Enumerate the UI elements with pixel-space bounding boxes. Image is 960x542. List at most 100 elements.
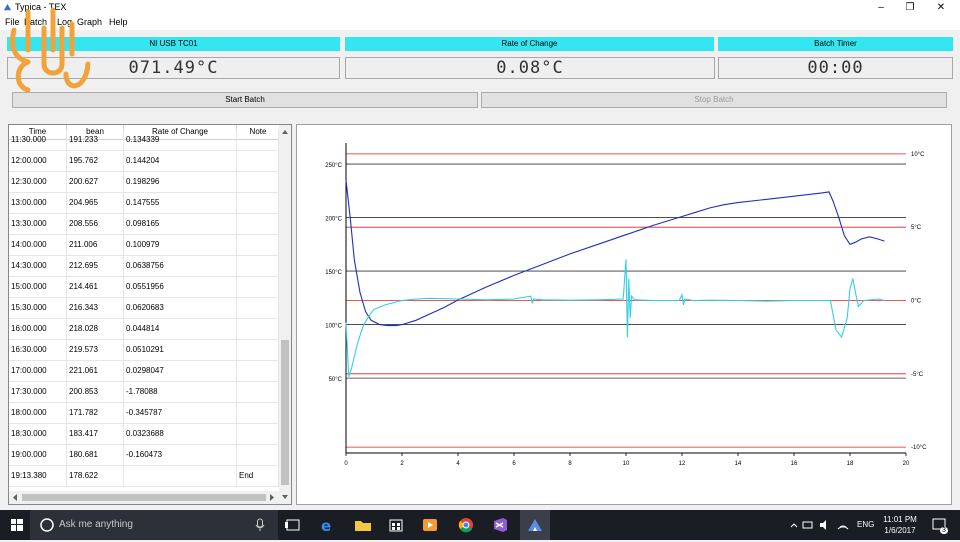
cell-bean[interactable]: 214.461 [67, 277, 124, 297]
cell-bean[interactable]: 212.695 [67, 256, 124, 276]
table-row[interactable]: 12:00.000 195.762 0.144204 [9, 151, 279, 172]
notification-center-icon[interactable] [930, 510, 950, 540]
minimize-button[interactable]: – [866, 0, 896, 16]
taskbar-clock[interactable]: 11:01 PM 1/6/2017 [880, 514, 920, 536]
cell-rate[interactable]: 0.0638756 [124, 256, 237, 276]
table-row[interactable]: 19:13.380 178.622 End [9, 466, 279, 487]
cell-bean[interactable]: 221.061 [67, 361, 124, 381]
table-row[interactable]: 17:00.000 221.061 0.0298047 [9, 361, 279, 382]
cell-rate[interactable]: 0.0298047 [124, 361, 237, 381]
cell-time[interactable]: 19:13.380 [9, 466, 67, 486]
cell-time[interactable]: 18:00.000 [9, 403, 67, 423]
cell-note[interactable] [237, 151, 279, 171]
cell-time[interactable]: 15:00.000 [9, 277, 67, 297]
cell-time[interactable]: 17:00.000 [9, 361, 67, 381]
visual-studio-icon[interactable] [490, 510, 510, 540]
maximize-button[interactable]: ❐ [895, 0, 925, 16]
cell-rate[interactable]: 0.0323688 [124, 424, 237, 444]
cell-time[interactable]: 14:00.000 [9, 235, 67, 255]
cell-rate[interactable]: -0.345787 [124, 403, 237, 423]
cell-bean[interactable]: 178.622 [67, 466, 124, 486]
cell-bean[interactable]: 200.627 [67, 172, 124, 192]
cell-time[interactable]: 16:00.000 [9, 319, 67, 339]
cell-time[interactable]: 14:30.000 [9, 256, 67, 276]
cell-note[interactable] [237, 256, 279, 276]
table-row[interactable]: 13:00.000 204.965 0.147555 [9, 193, 279, 214]
cell-note[interactable] [237, 319, 279, 339]
cell-rate[interactable]: 0.0510291 [124, 340, 237, 360]
cell-bean[interactable]: 208.556 [67, 214, 124, 234]
cell-note[interactable] [237, 382, 279, 402]
typica-taskbar-button[interactable] [520, 510, 550, 540]
stop-batch-button[interactable]: Stop Batch [481, 92, 947, 108]
menu-help[interactable]: Help [109, 17, 128, 27]
horizontal-scrollbar[interactable] [9, 491, 291, 504]
edge-browser-icon[interactable]: e [319, 510, 337, 540]
cell-note[interactable] [237, 298, 279, 318]
system-tray-icons[interactable] [788, 510, 868, 540]
vertical-scrollbar[interactable] [279, 125, 291, 491]
cell-bean[interactable]: 171.782 [67, 403, 124, 423]
cell-time[interactable]: 17:30.000 [9, 382, 67, 402]
language-indicator[interactable]: ENG [857, 520, 874, 529]
table-row[interactable]: 12:30.000 200.627 0.198296 [9, 172, 279, 193]
cell-time[interactable]: 13:00.000 [9, 193, 67, 213]
table-row[interactable]: 14:30.000 212.695 0.0638756 [9, 256, 279, 277]
cell-note[interactable] [237, 424, 279, 444]
cell-note[interactable] [237, 445, 279, 465]
cell-note[interactable] [237, 235, 279, 255]
cell-rate[interactable]: 0.044814 [124, 319, 237, 339]
cell-rate[interactable]: 0.198296 [124, 172, 237, 192]
cell-note[interactable] [237, 130, 279, 150]
table-row[interactable]: 16:00.000 218.028 0.044814 [9, 319, 279, 340]
cell-bean[interactable]: 195.762 [67, 151, 124, 171]
store-icon[interactable] [387, 510, 405, 540]
cell-bean[interactable]: 200.853 [67, 382, 124, 402]
cell-bean[interactable]: 219.573 [67, 340, 124, 360]
file-explorer-icon[interactable] [353, 510, 373, 540]
cell-rate[interactable]: 0.134339 [124, 130, 237, 150]
cell-note[interactable] [237, 193, 279, 213]
cell-bean[interactable]: 218.028 [67, 319, 124, 339]
cell-time[interactable]: 11:30.000 [9, 130, 67, 150]
cell-note[interactable] [237, 214, 279, 234]
cell-bean[interactable]: 204.965 [67, 193, 124, 213]
cell-rate[interactable]: 0.144204 [124, 151, 237, 171]
table-row[interactable]: 18:00.000 171.782 -0.345787 [9, 403, 279, 424]
cell-rate[interactable]: 0.098165 [124, 214, 237, 234]
cell-rate[interactable] [124, 466, 237, 486]
cell-rate[interactable]: 0.147555 [124, 193, 237, 213]
cell-time[interactable]: 19:00.000 [9, 445, 67, 465]
table-row[interactable]: 15:30.000 216.343 0.0620683 [9, 298, 279, 319]
cell-bean[interactable]: 191.233 [67, 130, 124, 150]
windows-start-icon[interactable] [9, 510, 25, 540]
cell-note[interactable] [237, 403, 279, 423]
cell-note[interactable]: End [237, 466, 279, 486]
cell-bean[interactable]: 180.681 [67, 445, 124, 465]
cell-rate[interactable]: -1.78088 [124, 382, 237, 402]
cell-note[interactable] [237, 172, 279, 192]
cell-time[interactable]: 12:00.000 [9, 151, 67, 171]
cell-note[interactable] [237, 277, 279, 297]
table-row[interactable]: 11:30.000 191.233 0.134339 [9, 130, 279, 151]
table-row[interactable]: 17:30.000 200.853 -1.78088 [9, 382, 279, 403]
cell-rate[interactable]: 0.100979 [124, 235, 237, 255]
table-row[interactable]: 16:30.000 219.573 0.0510291 [9, 340, 279, 361]
cell-note[interactable] [237, 361, 279, 381]
cell-bean[interactable]: 211.006 [67, 235, 124, 255]
start-batch-button[interactable]: Start Batch [12, 92, 478, 108]
cell-rate[interactable]: 0.0620683 [124, 298, 237, 318]
table-row[interactable]: 19:00.000 180.681 -0.160473 [9, 445, 279, 466]
cell-time[interactable]: 12:30.000 [9, 172, 67, 192]
task-view-icon[interactable] [284, 510, 302, 540]
table-row[interactable]: 18:30.000 183.417 0.0323688 [9, 424, 279, 445]
table-row[interactable]: 13:30.000 208.556 0.098165 [9, 214, 279, 235]
table-row[interactable]: 15:00.000 214.461 0.0551956 [9, 277, 279, 298]
close-button[interactable]: ✕ [926, 0, 956, 16]
cell-time[interactable]: 15:30.000 [9, 298, 67, 318]
cell-bean[interactable]: 183.417 [67, 424, 124, 444]
cell-time[interactable]: 18:30.000 [9, 424, 67, 444]
microphone-icon[interactable] [254, 518, 266, 532]
cell-bean[interactable]: 216.343 [67, 298, 124, 318]
chrome-icon[interactable] [456, 510, 476, 540]
